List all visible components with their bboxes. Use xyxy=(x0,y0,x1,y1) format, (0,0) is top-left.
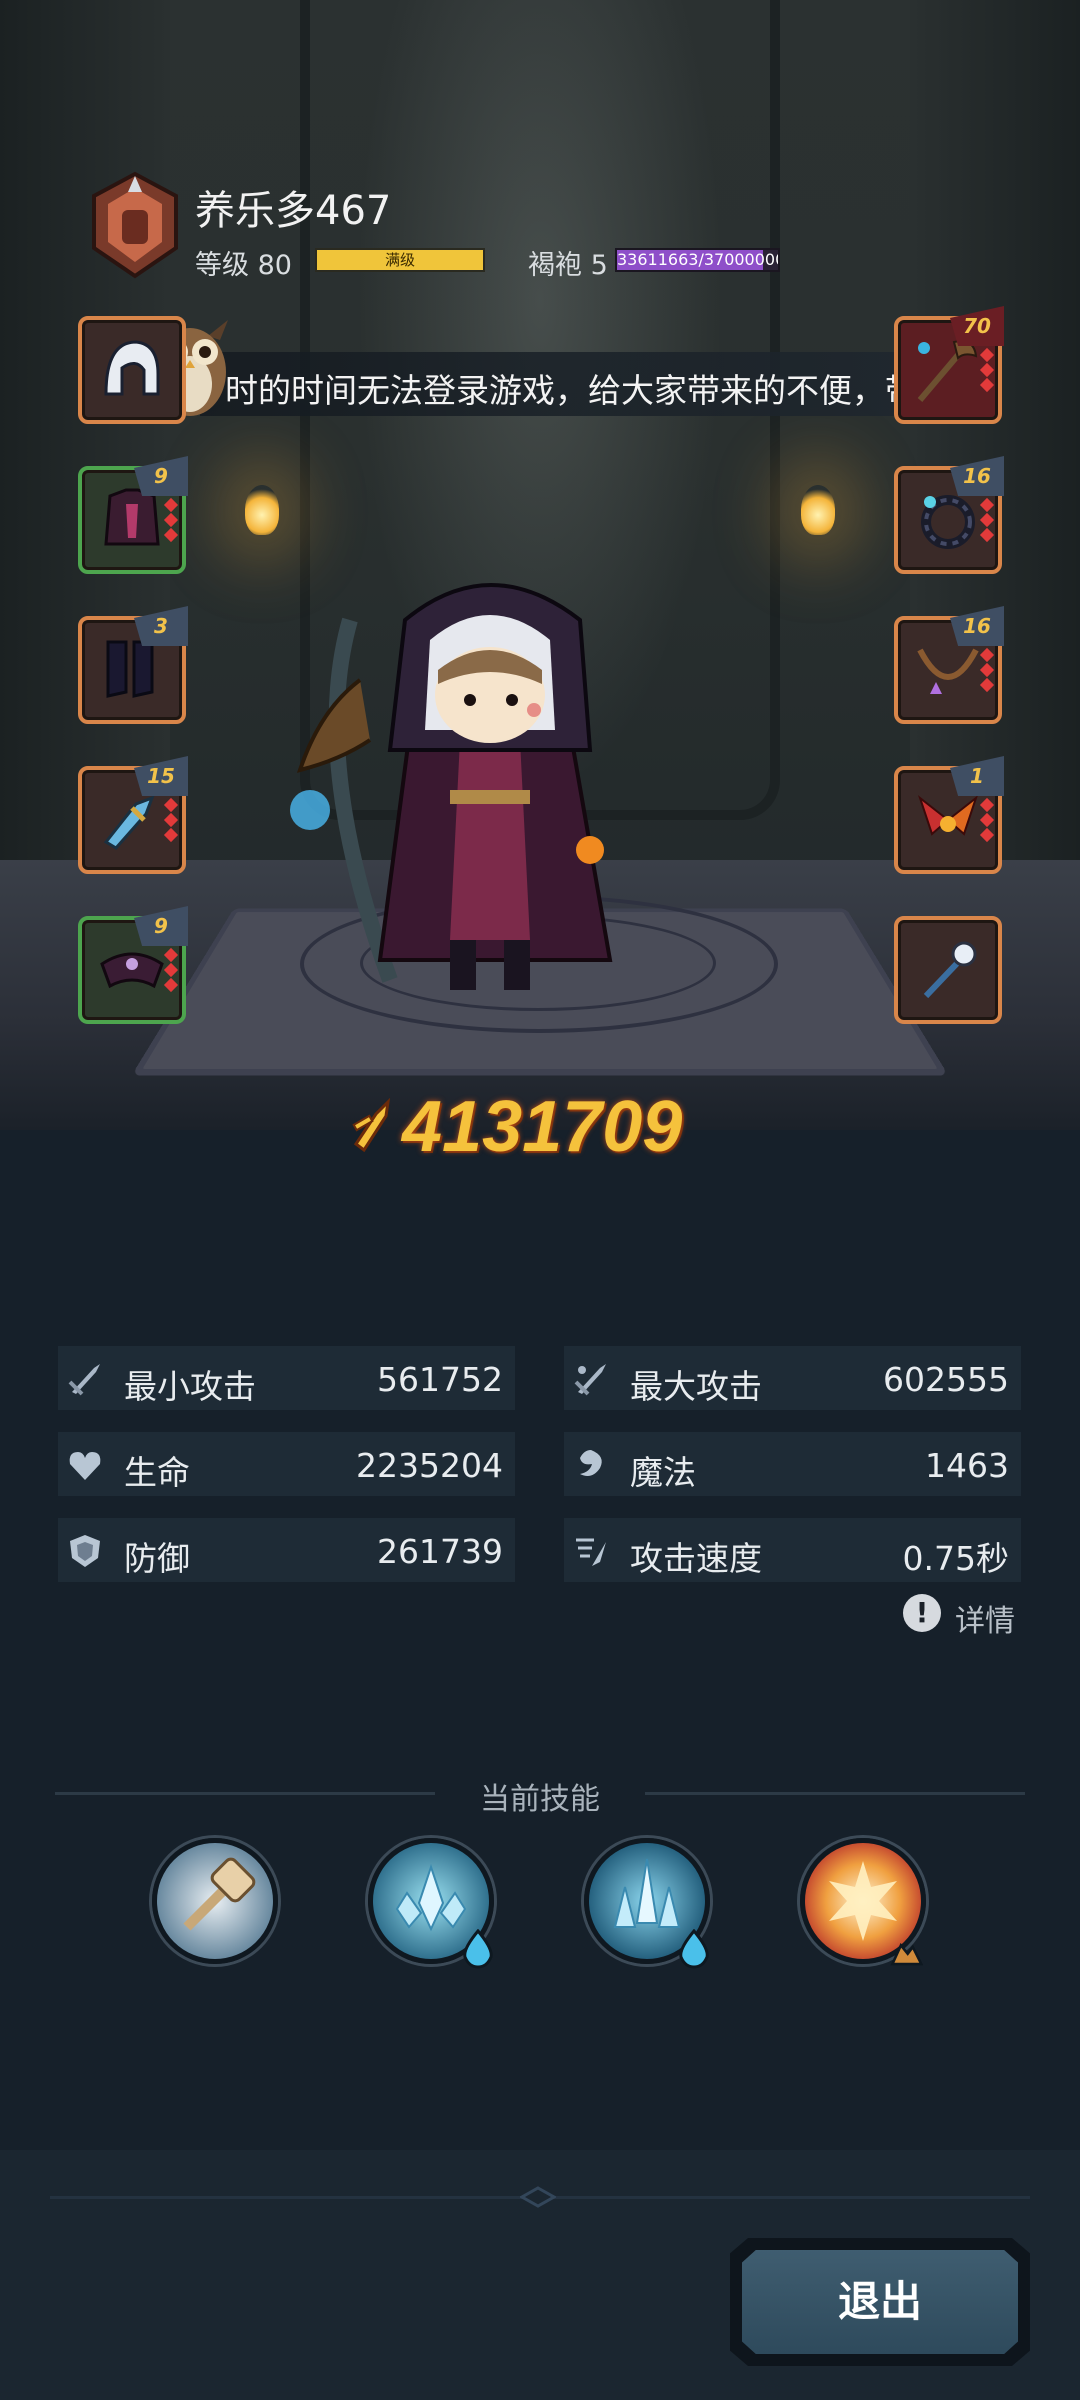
earth-element-icon xyxy=(890,1942,923,1966)
skill-slot-2[interactable] xyxy=(368,1838,494,1969)
divider-ornament-icon xyxy=(520,2186,556,2208)
stat-magic: 魔法 1463 xyxy=(564,1432,1021,1496)
equip-slot-weapon[interactable]: 70 xyxy=(894,306,1004,424)
magic-icon xyxy=(580,1450,602,1476)
equip-slot-gloves[interactable]: 15 xyxy=(78,756,188,874)
announcement-text: 时的时间无法登录游戏，给大家带来的不便，带 xyxy=(225,371,918,410)
equip-slot-boots[interactable]: 3 xyxy=(78,606,188,724)
water-element-icon xyxy=(463,1929,493,1969)
stat-value: 561752 xyxy=(377,1360,503,1399)
skills-title: 当前技能 xyxy=(480,1782,600,1817)
equip-slot-offhand[interactable] xyxy=(894,916,1002,1024)
helmet-icon xyxy=(104,340,160,396)
stat-label: 最大攻击 xyxy=(630,1367,762,1406)
torch-right-icon xyxy=(801,485,835,535)
stat-max-attack: 最大攻击 602555 xyxy=(564,1346,1021,1410)
water-element-icon xyxy=(679,1929,709,1969)
info-icon: ! xyxy=(903,1594,941,1632)
min-attack-icon xyxy=(68,1364,100,1396)
heart-icon xyxy=(69,1452,101,1480)
stat-label: 防御 xyxy=(124,1539,190,1578)
stat-value: 0.75秒 xyxy=(902,1539,1009,1578)
skill-slot-4[interactable] xyxy=(800,1838,926,1966)
announcement-marquee: 时的时间无法登录游戏，给大家带来的不便，带 xyxy=(200,352,920,416)
stat-value: 1463 xyxy=(925,1446,1009,1485)
details-label: 详情 xyxy=(955,1604,1015,1639)
torch-left-icon xyxy=(245,485,279,535)
level-bar: 满级 xyxy=(315,248,485,272)
player-name: 养乐多467 xyxy=(195,188,392,234)
gem-sockets xyxy=(979,797,995,845)
details-button[interactable]: ! 详情 xyxy=(903,1594,1023,1639)
skill-slot-3[interactable] xyxy=(584,1838,710,1969)
equip-slot-necklace[interactable]: 16 xyxy=(894,606,1004,724)
shield-icon xyxy=(70,1535,100,1567)
stat-attack-speed: 攻击速度 0.75秒 xyxy=(564,1518,1021,1582)
rank-emblem-icon xyxy=(92,171,178,279)
hero-character xyxy=(290,583,613,990)
stat-value: 602555 xyxy=(883,1360,1009,1399)
max-attack-icon xyxy=(574,1364,606,1396)
rank-xp-bar: 33611663/37000000 xyxy=(615,248,780,272)
speed-icon xyxy=(576,1538,606,1566)
stat-value: 2235204 xyxy=(356,1446,503,1485)
skills-divider-right xyxy=(645,1792,1025,1795)
stat-health: 生命 2235204 xyxy=(58,1432,515,1496)
skills-divider-left xyxy=(55,1792,435,1795)
equip-slot-helmet[interactable] xyxy=(78,316,186,424)
player-level: 等级 80 xyxy=(195,250,292,281)
gem-sockets xyxy=(979,497,995,545)
gem-sockets xyxy=(979,647,995,695)
exit-button-label: 退出 xyxy=(742,2250,1018,2354)
equip-slot-armor[interactable]: 9 xyxy=(78,456,188,574)
equip-slot-shoulder[interactable]: 9 xyxy=(78,906,188,1024)
player-rank: 褐袍 5 xyxy=(528,250,608,281)
stat-value: 261739 xyxy=(377,1532,503,1571)
stat-defense: 防御 261739 xyxy=(58,1518,515,1582)
wand-icon xyxy=(923,941,977,999)
power-sword-icon xyxy=(352,1097,391,1152)
gem-sockets xyxy=(163,947,179,995)
stat-min-attack: 最小攻击 561752 xyxy=(58,1346,515,1410)
combat-power-value: 4131709 xyxy=(402,1087,683,1167)
exit-button[interactable]: 退出 xyxy=(730,2238,1030,2366)
stat-label: 最小攻击 xyxy=(124,1367,256,1406)
equip-slot-charm[interactable]: 1 xyxy=(894,756,1004,874)
rank-xp-text: 33611663/37000000 xyxy=(617,250,780,269)
gem-sockets xyxy=(979,347,995,395)
equip-slot-ring[interactable]: 16 xyxy=(894,456,1004,574)
stat-label: 魔法 xyxy=(630,1453,696,1492)
stat-label: 生命 xyxy=(124,1453,190,1492)
skill-slot-1[interactable] xyxy=(152,1838,278,1964)
hammer-skill-icon xyxy=(183,1857,256,1931)
combat-power: 4131709 xyxy=(340,1080,760,1170)
gem-sockets xyxy=(163,497,179,545)
gem-sockets xyxy=(163,797,179,845)
stat-label: 攻击速度 xyxy=(630,1539,762,1578)
